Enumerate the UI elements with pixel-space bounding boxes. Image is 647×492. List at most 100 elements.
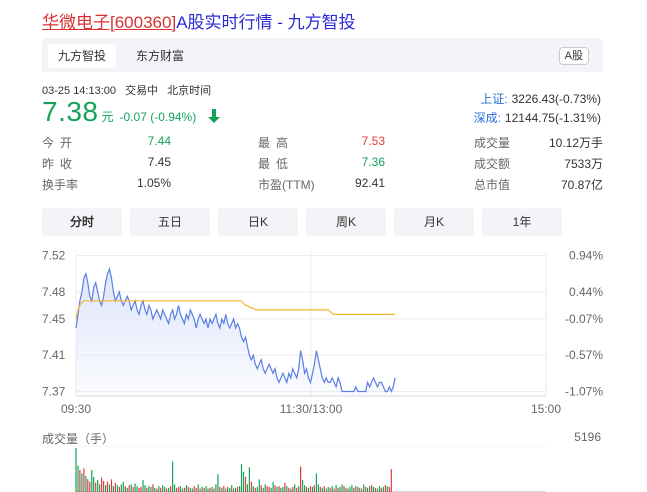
volume-bar: [132, 486, 134, 492]
stat-label-market-cap: 总市值: [474, 178, 511, 192]
volume-bar: [244, 476, 247, 492]
price-area: [76, 269, 396, 396]
volume-bar: [380, 487, 382, 492]
volume-bar: [215, 484, 217, 492]
quote-panel: 九方智投 东方财富 A股 03-25 14:13:00 交易中 北京时间 7.3…: [42, 38, 603, 492]
volume-bar: [331, 486, 333, 492]
volume-bar: [227, 486, 229, 492]
volume-bar: [274, 485, 276, 492]
volume-bar: [304, 485, 306, 492]
volume-bar: [106, 481, 109, 492]
volume-bar: [240, 464, 243, 492]
volume-bar: [296, 487, 298, 492]
volume-bar: [217, 474, 219, 492]
volume-bar: [248, 467, 250, 492]
volume-bar: [367, 487, 369, 492]
stat-label-prev-close: 昨收: [42, 157, 79, 171]
volume-bar: [282, 486, 284, 492]
index-name[interactable]: 深成:: [474, 111, 501, 125]
tab-jiufang[interactable]: 九方智投: [48, 44, 117, 68]
period-5day[interactable]: 五日: [130, 208, 210, 236]
volume-bar: [288, 487, 290, 492]
volume-bar: [237, 486, 239, 492]
volume-bar: [83, 468, 85, 492]
volume-bar: [211, 486, 213, 492]
volume-bar: [195, 487, 197, 492]
stat-value-pe-ttm: 92.41: [354, 176, 385, 190]
stock-code-link[interactable]: 华微电子[600360]: [42, 13, 176, 32]
volume-bar: [242, 471, 245, 492]
volume-bar: [384, 485, 386, 492]
stat-value-prev-close: 7.45: [147, 155, 171, 169]
volume-bar: [372, 486, 375, 492]
volume-bar: [91, 470, 93, 492]
period-daily-k[interactable]: 日K: [218, 208, 298, 236]
volume-bar: [374, 487, 377, 492]
volume-bar: [357, 486, 359, 492]
stat-label-pe-ttm: 市盈(TTM): [258, 178, 315, 192]
intraday-chart[interactable]: 7.52 0.94% 7.48 0.44% 7.45 -0.07% 7.41 -0.57% 7.…: [42, 241, 603, 431]
volume-max-label: 5196: [574, 430, 601, 444]
volume-bar: [252, 486, 254, 492]
volume-bar: [268, 486, 270, 492]
market-badge[interactable]: A股: [558, 47, 589, 65]
stat-value-turnover-amount: 7533万: [564, 157, 603, 171]
volume-bar: [158, 486, 160, 492]
volume-bar: [203, 487, 205, 492]
period-weekly-k[interactable]: 周K: [306, 208, 386, 236]
volume-bar: [339, 486, 341, 492]
volume-bar: [213, 488, 215, 492]
source-tab-bar: 九方智投 东方财富 A股: [42, 38, 603, 72]
volume-bar: [152, 484, 154, 492]
volume-bar: [333, 488, 335, 492]
volume-bar: [276, 486, 278, 492]
volume-bar: [343, 486, 345, 492]
volume-bar: [347, 488, 349, 492]
volume-bar: [225, 488, 227, 492]
volume-bar: [286, 486, 288, 492]
volume-bar: [154, 487, 156, 492]
volume-bar: [185, 485, 187, 492]
volume-bar: [166, 488, 168, 492]
volume-bar: [103, 481, 105, 492]
stat-label-volume: 成交量: [474, 136, 511, 150]
volume-bar: [363, 484, 365, 492]
volume-bar: [272, 481, 274, 492]
volume-bar: [93, 476, 95, 492]
volume-bar: [315, 473, 317, 492]
pct-tick-label: -1.07%: [565, 384, 603, 398]
volume-bar: [85, 475, 87, 492]
pct-tick-label: 0.94%: [569, 249, 603, 263]
stat-label-open: 今开: [42, 136, 79, 150]
tab-eastmoney[interactable]: 东方财富: [126, 44, 194, 68]
stat-value-turnover-rate: 1.05%: [136, 176, 171, 190]
volume-bar: [126, 487, 128, 492]
period-intraday[interactable]: 分时: [42, 208, 122, 236]
volume-bar: [337, 487, 339, 492]
volume-bar: [321, 487, 323, 492]
volume-bar: [388, 486, 390, 492]
volume-bar: [177, 486, 180, 492]
period-1year[interactable]: 1年: [482, 208, 562, 236]
stat-value-market-cap: 70.87亿: [560, 178, 603, 192]
volume-bar: [361, 488, 363, 492]
volume-bar: [317, 484, 319, 492]
volume-bar: [209, 487, 211, 492]
volume-bar: [270, 487, 272, 492]
page-title-rest: A股实时行情 - 九方智投: [176, 13, 356, 32]
index-name[interactable]: 上证:: [480, 92, 507, 106]
volume-bar: [124, 486, 126, 492]
volume-bar: [376, 488, 379, 492]
volume-bar: [262, 487, 264, 492]
volume-bar: [110, 479, 113, 492]
volume-bar: [146, 487, 148, 492]
period-monthly-k[interactable]: 月K: [394, 208, 474, 236]
stats-row: 昨收 7.45 最低 7.36 成交额 7533万: [42, 155, 603, 175]
index-value: 3226.43(-0.73%): [511, 92, 601, 106]
stat-value-low: 7.36: [361, 155, 385, 169]
y-tick-label: 7.41: [42, 348, 66, 362]
page-title: 华微电子[600360]A股实时行情 - 九方智投: [42, 8, 356, 33]
volume-bar: [187, 486, 189, 492]
volume-bar: [219, 486, 221, 492]
volume-bar: [260, 485, 262, 492]
